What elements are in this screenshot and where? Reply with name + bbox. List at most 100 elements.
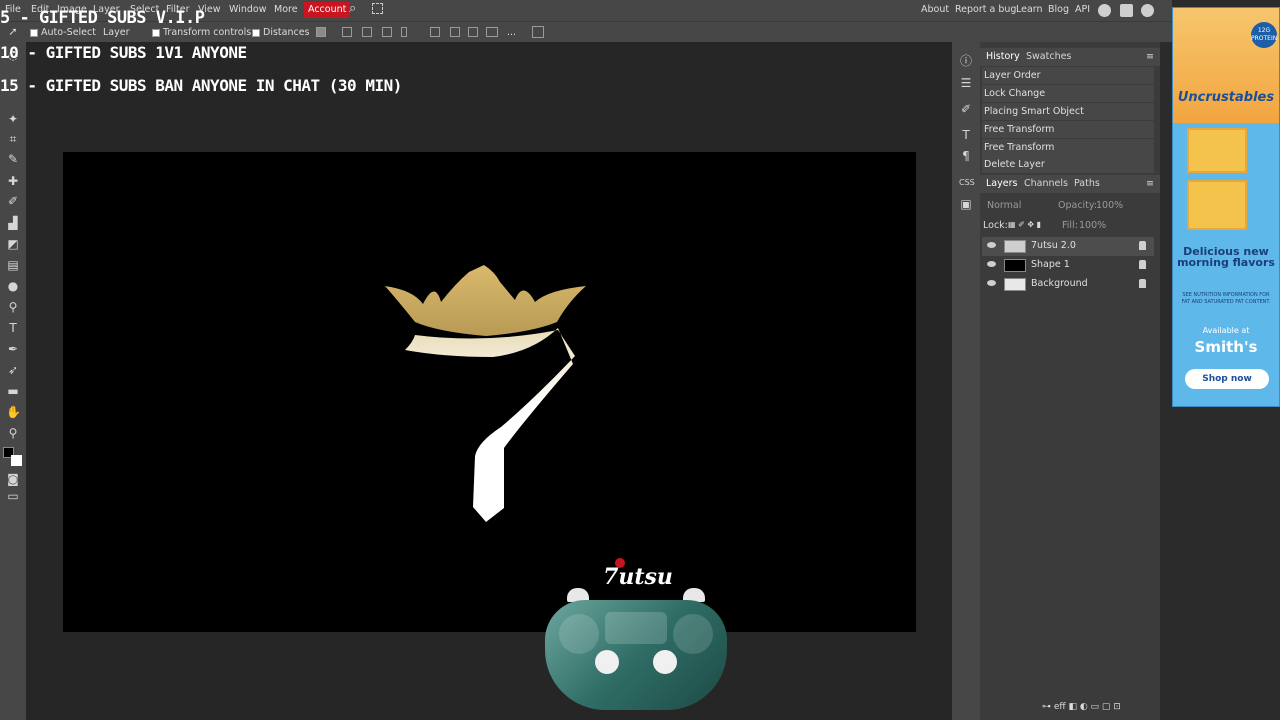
eraser-tool-icon[interactable]: ◩ [6, 237, 20, 251]
screen-mode-icon[interactable]: ▭ [6, 489, 20, 503]
opacity-value[interactable]: 100% [1096, 200, 1123, 211]
character-icon[interactable]: T [959, 128, 973, 142]
align-left-icon[interactable] [342, 27, 352, 37]
account-button[interactable]: Account [304, 2, 351, 18]
align-bottom-icon[interactable] [468, 27, 478, 37]
align-top-icon[interactable] [430, 27, 440, 37]
fill-value[interactable]: 100% [1079, 220, 1106, 231]
distances-checkbox[interactable] [252, 29, 260, 37]
info-icon[interactable]: ⓘ [959, 54, 973, 68]
auto-select-dropdown[interactable]: Layer [103, 27, 130, 38]
ad-headline: Delicious new morning flavors [1177, 245, 1275, 269]
transform-controls-checkbox[interactable] [152, 29, 160, 37]
link-learn[interactable]: Learn [1016, 4, 1043, 15]
reddit-icon[interactable] [1098, 4, 1111, 17]
zoom-tool-icon[interactable]: ⚲ [6, 426, 20, 440]
overlay-line-2: 10 - GIFTED SUBS 1V1 ANYONE [0, 43, 247, 62]
css-icon[interactable]: CSS [959, 176, 975, 190]
twitter-icon[interactable] [1120, 4, 1133, 17]
magic-wand-icon[interactable]: ✦ [6, 112, 20, 126]
visibility-icon[interactable] [987, 280, 996, 286]
tab-swatches[interactable]: Swatches [1026, 51, 1071, 62]
align-right-icon[interactable] [382, 27, 392, 37]
layer-thumbnail [1004, 240, 1026, 253]
advertisement[interactable]: 12G PROTEIN Uncrustables Delicious new m… [1172, 7, 1280, 407]
layer-name: 7utsu 2.0 [1031, 240, 1076, 251]
lock-icon[interactable] [1139, 241, 1146, 250]
ad-store: Smith's [1194, 338, 1258, 356]
type-tool-icon[interactable]: T [6, 321, 20, 335]
history-item[interactable]: Free Transform [982, 121, 1154, 139]
ad-disclaimer: SEE NUTRITION INFORMATION FOR FAT AND SA… [1181, 292, 1271, 305]
lock-icon[interactable] [1139, 260, 1146, 269]
brush-tool-icon[interactable]: ✐ [6, 194, 20, 208]
transform-controls-label: Transform controls [163, 27, 252, 38]
rectangle-tool-icon[interactable]: ▬ [6, 384, 20, 398]
crown-shape [385, 265, 586, 336]
distribute-icon[interactable] [401, 27, 407, 37]
gradient-tool-icon[interactable]: ▤ [6, 258, 20, 272]
facebook-icon[interactable] [1141, 4, 1154, 17]
history-item[interactable]: Layer Order [982, 67, 1154, 85]
link-report-bug[interactable]: Report a bug [955, 4, 1016, 15]
blur-tool-icon[interactable]: ● [6, 279, 20, 293]
tab-layers[interactable]: Layers [986, 178, 1017, 189]
more-options-icon[interactable]: ... [507, 27, 516, 38]
history-item[interactable]: Placing Smart Object [982, 103, 1154, 121]
fullscreen-icon[interactable] [372, 3, 383, 14]
auto-select-checkbox[interactable] [30, 29, 38, 37]
quick-mask-icon[interactable]: ◙ [6, 472, 20, 486]
history-item[interactable]: Delete Layer [982, 156, 1154, 174]
brush-settings-icon[interactable]: ✐ [959, 102, 973, 116]
healing-brush-icon[interactable]: ✚ [6, 174, 20, 188]
link-blog[interactable]: Blog [1048, 4, 1069, 15]
properties-icon[interactable]: ☰ [959, 76, 973, 90]
touchpad [605, 612, 667, 644]
layer-name: Shape 1 [1031, 259, 1070, 270]
ad-shop-now-button[interactable]: Shop now [1185, 369, 1269, 389]
paragraph-icon[interactable]: ¶ [959, 149, 973, 163]
overlay-line-1: 5 - GIFTED SUBS V.I.P [0, 8, 205, 28]
product-box-1 [1187, 128, 1247, 173]
visibility-icon[interactable] [987, 261, 996, 267]
face-buttons [673, 614, 713, 654]
protein-badge: 12G PROTEIN [1251, 22, 1277, 48]
panel-menu-icon[interactable]: ≡ [1146, 51, 1154, 62]
path-select-icon[interactable]: ➶ [6, 363, 20, 377]
layer-footer-icons[interactable]: ⊶ eff ◧ ◐ ▭ ▢ ⊡ [1042, 702, 1121, 712]
history-item[interactable]: Lock Change [982, 85, 1154, 103]
brand-dot [615, 558, 625, 568]
tab-history[interactable]: History [986, 51, 1020, 62]
dodge-tool-icon[interactable]: ⚲ [6, 300, 20, 314]
tab-channels[interactable]: Channels [1024, 178, 1068, 189]
background-color-swatch[interactable] [11, 455, 22, 466]
visibility-icon[interactable] [987, 242, 996, 248]
download-icon[interactable] [316, 27, 326, 37]
lock-icons[interactable]: ▦ ✐ ✥ ▮ [1008, 220, 1041, 229]
product-box-2 [1187, 180, 1247, 230]
link-about[interactable]: About [921, 4, 949, 15]
pen-tool-icon[interactable]: ✒ [6, 342, 20, 356]
grid-icon[interactable] [532, 26, 544, 38]
document-canvas[interactable] [63, 152, 916, 632]
distribute-h-icon[interactable] [486, 27, 498, 37]
stamp-tool-icon[interactable]: ▟ [6, 216, 20, 230]
link-api[interactable]: API [1075, 4, 1090, 15]
menu-more[interactable]: More [274, 4, 298, 15]
align-middle-icon[interactable] [450, 27, 460, 37]
eyedropper-icon[interactable]: ✎ [6, 152, 20, 166]
crop-tool-icon[interactable]: ⌗ [6, 132, 20, 146]
panel-menu-icon[interactable]: ≡ [1146, 178, 1154, 189]
layer-row[interactable]: 7utsu 2.0 [982, 237, 1154, 256]
align-center-icon[interactable] [362, 27, 372, 37]
menu-window[interactable]: Window [229, 4, 266, 15]
image-icon[interactable]: ▣ [959, 197, 973, 211]
hand-tool-icon[interactable]: ✋ [6, 405, 21, 419]
search-icon[interactable]: ⌕ [349, 1, 356, 16]
history-item[interactable]: Free Transform [982, 139, 1154, 157]
lock-icon[interactable] [1139, 279, 1146, 288]
layer-row[interactable]: Shape 1 [982, 256, 1154, 275]
blend-mode-select[interactable]: Normal [987, 200, 1021, 211]
layer-row[interactable]: Background [982, 275, 1154, 294]
tab-paths[interactable]: Paths [1074, 178, 1100, 189]
